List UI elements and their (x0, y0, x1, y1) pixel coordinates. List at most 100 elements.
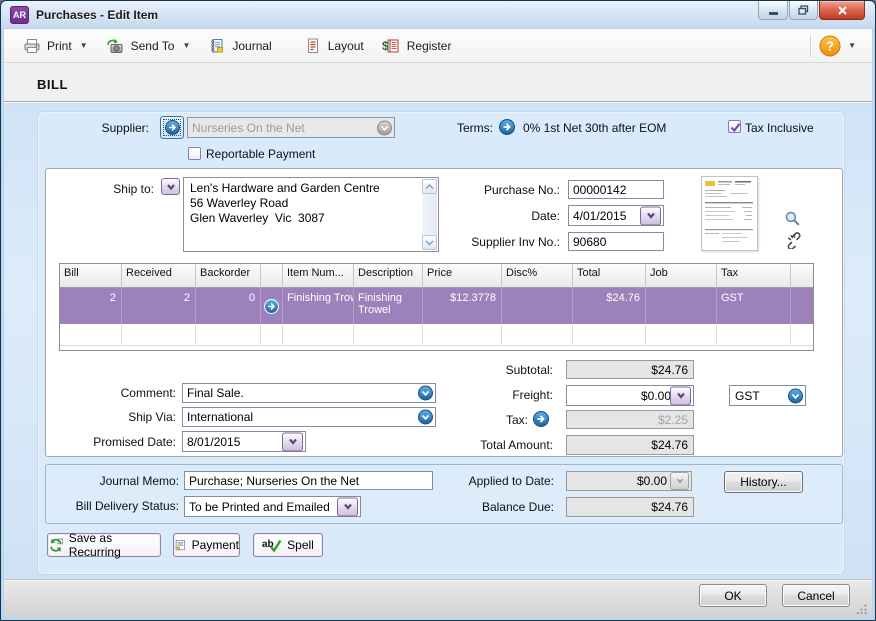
cell-price: $12.3778 (423, 288, 502, 324)
supplier-inv-field[interactable] (568, 232, 664, 251)
freight-tax-dropdown-icon[interactable] (788, 388, 803, 403)
journal-memo-field[interactable] (184, 471, 433, 490)
delivery-status-dropdown-button[interactable] (337, 497, 358, 516)
cell-received: 2 (122, 288, 196, 324)
unlink-document-button[interactable] (785, 232, 802, 249)
tax-value: $2.25 (658, 413, 688, 427)
supplier-inv-label: Supplier Inv No.: (430, 235, 560, 249)
chevron-down-icon (674, 476, 686, 486)
magnifier-icon (784, 210, 801, 227)
register-icon: $ (382, 37, 401, 55)
restore-icon (798, 5, 809, 15)
supplier-label: Supplier: (59, 121, 149, 135)
save-as-recurring-button[interactable]: Save as Recurring (47, 533, 161, 557)
balance-due-label: Balance Due: (444, 500, 554, 514)
terms-value: 0% 1st Net 30th after EOM (523, 121, 666, 135)
cancel-label: Cancel (797, 589, 834, 603)
ok-label: OK (724, 589, 741, 603)
delivery-status-field[interactable] (184, 496, 361, 517)
journal-button[interactable]: Journal (199, 33, 280, 59)
row-detail-button[interactable] (261, 288, 283, 324)
freight-tax-code-field[interactable]: GST (729, 385, 806, 406)
goto-arrow-icon (264, 299, 279, 314)
col-header-item-number: Item Num... (283, 264, 354, 288)
ok-button[interactable]: OK (699, 584, 767, 607)
spell-button[interactable]: ab Spell (253, 533, 323, 557)
print-icon (23, 37, 41, 55)
col-header-price: Price (423, 264, 502, 288)
help-icon: ? (819, 35, 841, 57)
date-field[interactable] (568, 205, 664, 226)
freight-label: Freight: (453, 388, 553, 402)
cell-description: Finishing Trowel (354, 288, 423, 324)
col-header-trailing (791, 264, 813, 288)
send-to-icon (106, 37, 125, 55)
total-amount-field: $24.76 (566, 435, 694, 455)
ship-to-dropdown-button[interactable] (161, 178, 180, 195)
purchases-edit-item-window: AR Purchases - Edit Item Print (0, 0, 876, 621)
col-header-tax: Tax (717, 264, 791, 288)
restore-button[interactable] (789, 1, 818, 20)
print-label: Print (47, 39, 72, 53)
promised-date-label: Promised Date: (71, 435, 176, 449)
ship-to-label: Ship to: (94, 182, 154, 196)
help-button[interactable]: ? ▼ (819, 35, 862, 57)
comment-field[interactable] (182, 383, 436, 403)
date-dropdown-button[interactable] (640, 206, 661, 225)
page-title: BILL (37, 77, 68, 92)
resize-grip[interactable] (855, 602, 868, 615)
col-header-total: Total (573, 264, 646, 288)
col-header-bill: Bill (60, 264, 122, 288)
svg-text:$: $ (382, 39, 389, 53)
promised-date-field[interactable] (182, 431, 306, 452)
ship-via-label: Ship Via: (96, 410, 176, 424)
cancel-button[interactable]: Cancel (782, 584, 850, 607)
print-dropdown-caret-icon: ▼ (80, 41, 88, 50)
print-button[interactable]: Print ▼ (14, 33, 97, 59)
purchase-no-field[interactable] (568, 180, 664, 199)
purchase-no-label: Purchase No.: (430, 183, 560, 197)
promised-date-dropdown-button[interactable] (282, 432, 303, 451)
reportable-payment-checkbox[interactable] (188, 147, 201, 160)
goto-arrow-icon (165, 120, 180, 135)
comment-dropdown-icon[interactable] (418, 386, 433, 401)
table-row-selected[interactable]: 2 2 0 Finishing Trowel Finishing Trowel … (60, 288, 813, 324)
col-header-received: Received (122, 264, 196, 288)
close-button[interactable] (819, 1, 865, 20)
payment-button[interactable]: Payment (173, 533, 240, 557)
journal-memo-label: Journal Memo: (69, 474, 179, 488)
total-amount-value: $24.76 (651, 438, 688, 452)
tax-inclusive-checkbox[interactable] (728, 120, 741, 133)
cell-bill: 2 (60, 288, 122, 324)
total-amount-label: Total Amount: (453, 438, 553, 452)
cell-item-number: Finishing Trowel (283, 288, 354, 324)
history-button[interactable]: History... (724, 471, 803, 493)
ship-via-dropdown-icon[interactable] (418, 410, 433, 425)
subtotal-value: $24.76 (651, 363, 688, 377)
supplier-field[interactable] (187, 117, 395, 138)
cell-trailing (791, 288, 813, 324)
chevron-down-icon (164, 181, 178, 193)
tax-detail-button[interactable] (533, 411, 549, 427)
col-header-disc: Disc% (502, 264, 573, 288)
table-row-empty[interactable] (60, 324, 813, 346)
supplier-dropdown-icon[interactable] (377, 120, 392, 135)
freight-dropdown-button[interactable] (670, 386, 691, 405)
terms-detail-button[interactable] (499, 119, 515, 135)
zoom-document-button[interactable] (784, 210, 801, 227)
table-header-row: Bill Received Backorder Item Num... Desc… (60, 264, 813, 288)
layout-button[interactable]: Layout (295, 33, 373, 59)
ship-to-address-box[interactable]: Len's Hardware and Garden Centre 56 Wave… (183, 177, 439, 252)
goto-arrow-icon (499, 119, 515, 135)
freight-field[interactable] (566, 385, 694, 406)
send-to-button[interactable]: Send To ▼ (97, 33, 200, 59)
attached-document-thumbnail[interactable] (701, 176, 758, 251)
chevron-down-icon (674, 390, 688, 402)
register-button[interactable]: $ Register (373, 33, 461, 59)
ship-via-field[interactable] (182, 407, 436, 427)
supplier-detail-button[interactable] (160, 116, 184, 139)
spell-label: Spell (287, 538, 314, 552)
address-line: Glen Waverley Vic 3087 (190, 211, 418, 226)
balance-due-value: $24.76 (651, 500, 688, 514)
minimize-button[interactable] (758, 1, 788, 20)
